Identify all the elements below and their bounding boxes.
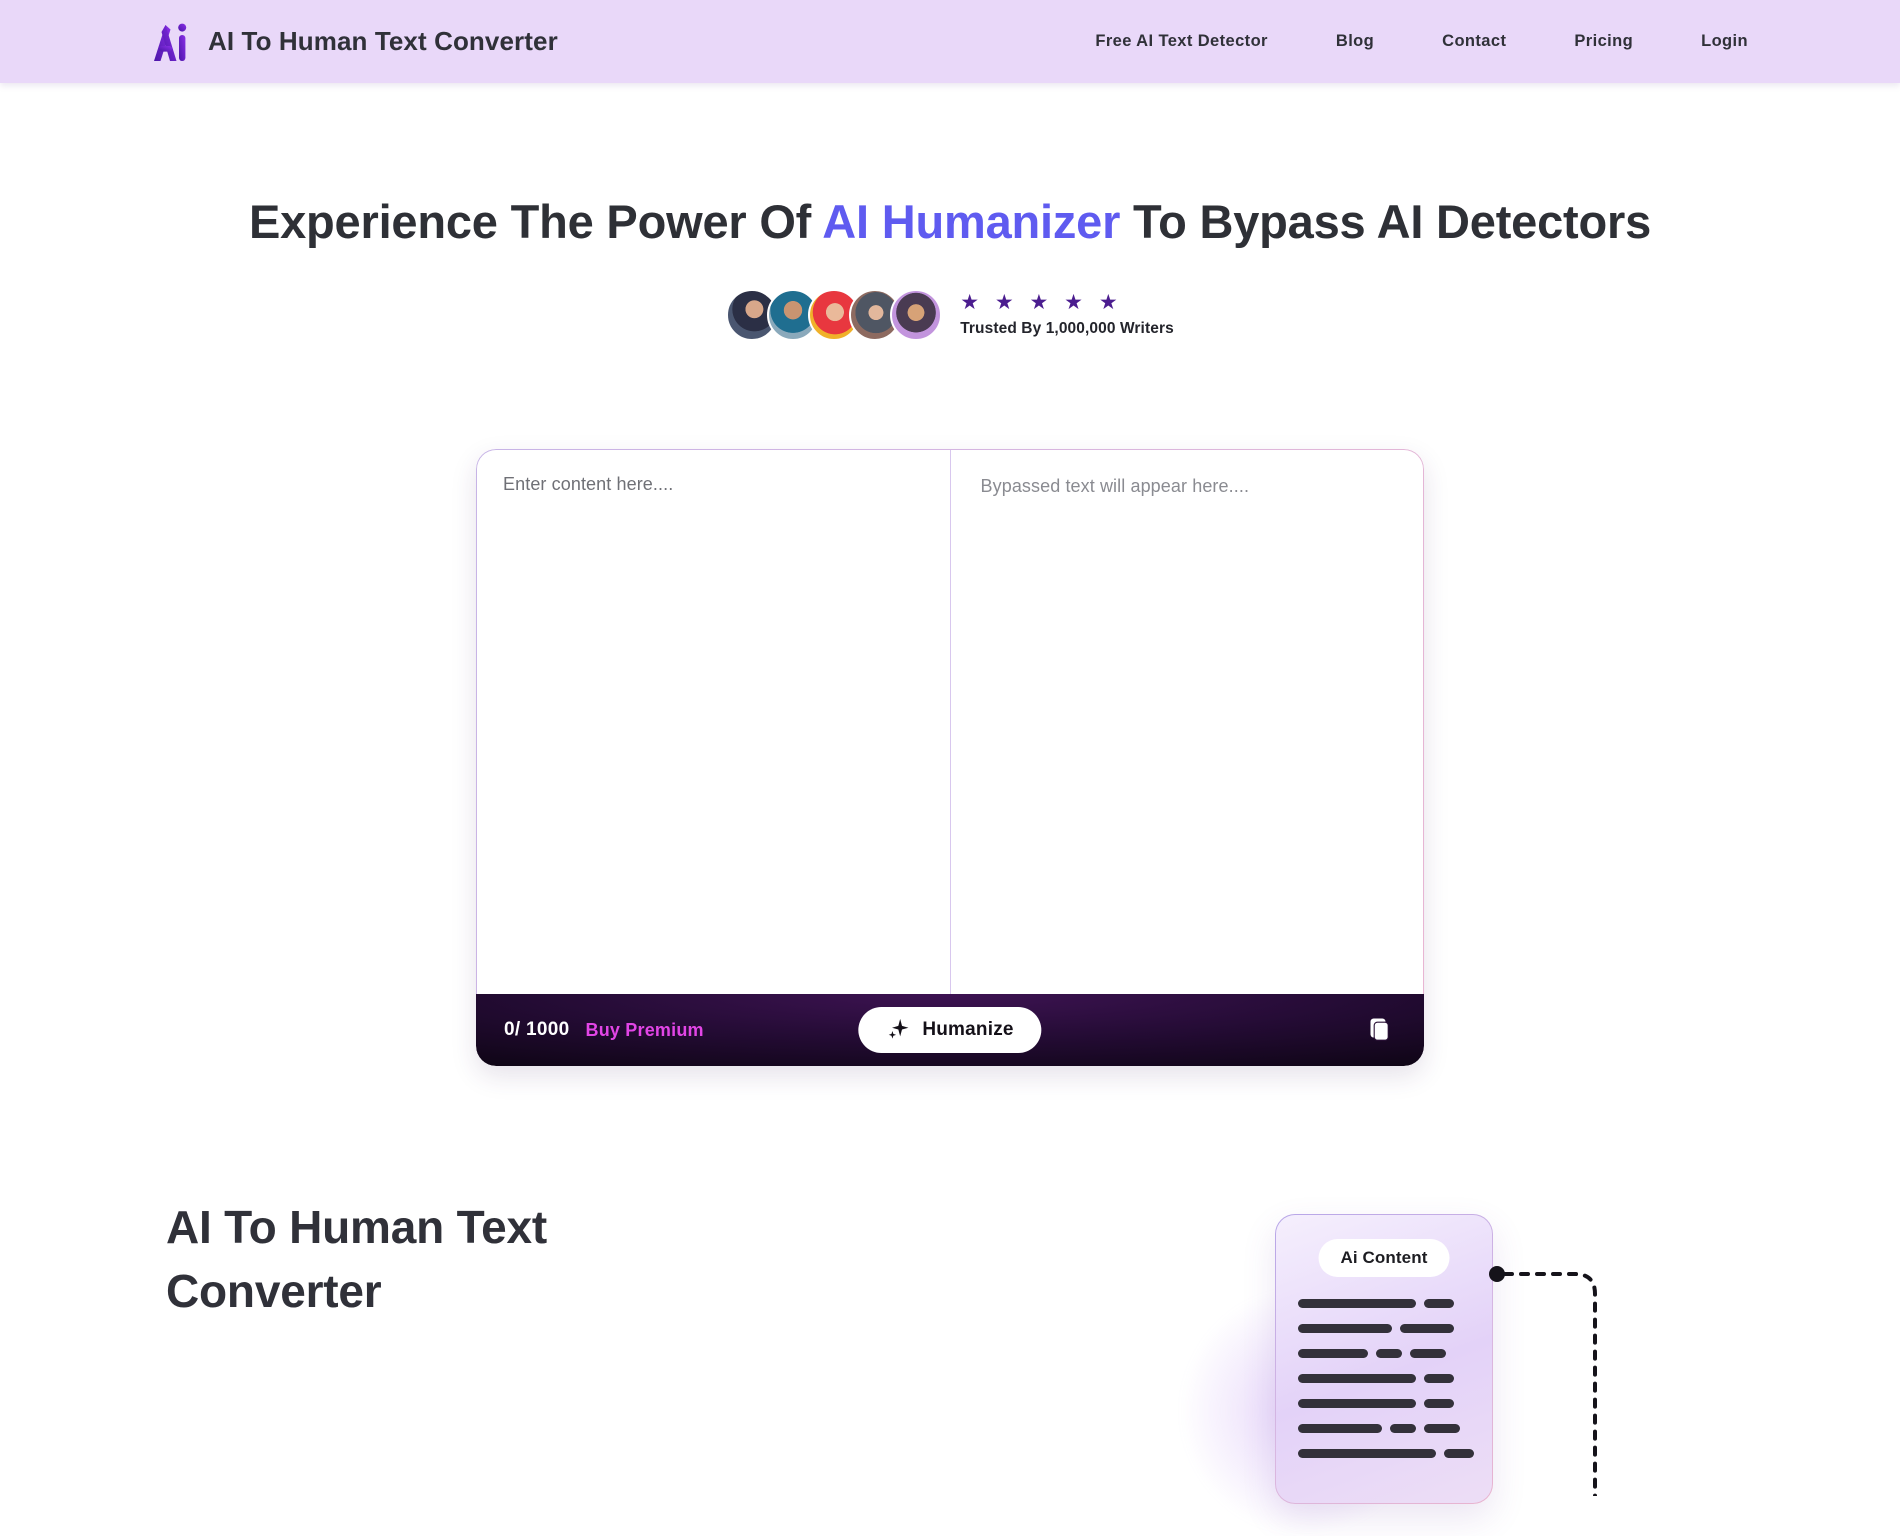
character-counter: 0/ 1000: [504, 1019, 570, 1041]
main-nav: Free AI Text Detector Blog Contact Prici…: [1061, 32, 1748, 51]
buy-premium-link[interactable]: Buy Premium: [586, 1020, 704, 1041]
content-line-row: [1298, 1324, 1474, 1334]
star-rating-icon: ★ ★ ★ ★ ★: [960, 291, 1123, 315]
ai-content-illustration: Ai Content: [1179, 1206, 1775, 1536]
site-header: AI To Human Text Converter Free AI Text …: [0, 0, 1900, 83]
page-title-part2: To Bypass AI Detectors: [1120, 195, 1652, 248]
trust-badge: ★ ★ ★ ★ ★ Trusted By 1,000,000 Writers: [0, 289, 1900, 342]
page-title-part1: Experience The Power Of: [248, 195, 823, 248]
content-line-row: [1298, 1424, 1474, 1434]
nav-item-free-ai-text-detector[interactable]: Free AI Text Detector: [1061, 32, 1302, 51]
output-pane[interactable]: Bypassed text will appear here....: [951, 450, 1424, 994]
content-line: [1298, 1374, 1416, 1384]
editor-toolbar: 0/ 1000 Buy Premium Humanize: [476, 994, 1424, 1067]
content-line: [1298, 1324, 1392, 1334]
nav-item-pricing[interactable]: Pricing: [1540, 32, 1667, 51]
content-lines: [1298, 1299, 1474, 1474]
content-line: [1298, 1349, 1368, 1359]
content-line: [1400, 1324, 1454, 1334]
avatar: [890, 289, 943, 342]
content-line: [1424, 1299, 1454, 1309]
brand-title: AI To Human Text Converter: [208, 26, 558, 56]
ai-logo-icon: [152, 20, 190, 64]
ai-content-chip-label: Ai Content: [1318, 1239, 1450, 1278]
copy-button[interactable]: [1362, 1013, 1396, 1047]
toolbar-left: 0/ 1000 Buy Premium: [504, 1019, 704, 1041]
content-line: [1298, 1424, 1382, 1434]
input-pane[interactable]: Enter content here....: [477, 450, 951, 995]
content-line-row: [1298, 1299, 1474, 1309]
output-placeholder: Bypassed text will appear here....: [980, 476, 1250, 497]
editor-panes: Enter content here.... Bypassed text wil…: [476, 449, 1424, 995]
dotted-connector-icon: [1489, 1266, 1619, 1501]
avatar-group: [726, 289, 943, 342]
trust-text: ★ ★ ★ ★ ★ Trusted By 1,000,000 Writers: [960, 292, 1174, 338]
content-line: [1390, 1424, 1416, 1434]
nav-item-contact[interactable]: Contact: [1408, 32, 1540, 51]
editor-card: Enter content here.... Bypassed text wil…: [476, 449, 1424, 1067]
content-line-row: [1298, 1399, 1474, 1409]
content-line: [1298, 1449, 1437, 1459]
content-line: [1424, 1424, 1460, 1434]
brand[interactable]: AI To Human Text Converter: [152, 20, 558, 64]
content-line-row: [1298, 1374, 1474, 1384]
ai-content-card: Ai Content: [1275, 1214, 1493, 1504]
content-line: [1410, 1349, 1446, 1359]
trusted-by-label: Trusted By 1,000,000 Writers: [960, 320, 1174, 338]
humanize-button-label: Humanize: [922, 1019, 1014, 1041]
content-line: [1424, 1374, 1454, 1384]
nav-item-blog[interactable]: Blog: [1302, 32, 1408, 51]
content-line: [1376, 1349, 1402, 1359]
content-line: [1298, 1299, 1416, 1309]
content-line: [1424, 1399, 1454, 1409]
converter-widget: Enter content here.... Bypassed text wil…: [476, 449, 1424, 1067]
input-placeholder: Enter content here....: [503, 474, 674, 495]
section-title: AI To Human Text Converter: [166, 1201, 547, 1317]
copy-icon: [1366, 1016, 1392, 1045]
page-title: Experience The Power Of AI Humanizer To …: [0, 195, 1900, 249]
content-line: [1298, 1399, 1416, 1409]
humanize-button[interactable]: Humanize: [858, 1007, 1042, 1054]
content-line: [1444, 1449, 1474, 1459]
page-title-accent: AI Humanizer: [822, 195, 1121, 248]
hero-section: Experience The Power Of AI Humanizer To …: [0, 83, 1900, 342]
content-line-row: [1298, 1449, 1474, 1459]
sparkle-icon: [886, 1017, 910, 1044]
about-section: AI To Human Text Converter Ai Content: [0, 1196, 1900, 1536]
content-line-row: [1298, 1349, 1474, 1359]
nav-item-login[interactable]: Login: [1667, 32, 1748, 51]
